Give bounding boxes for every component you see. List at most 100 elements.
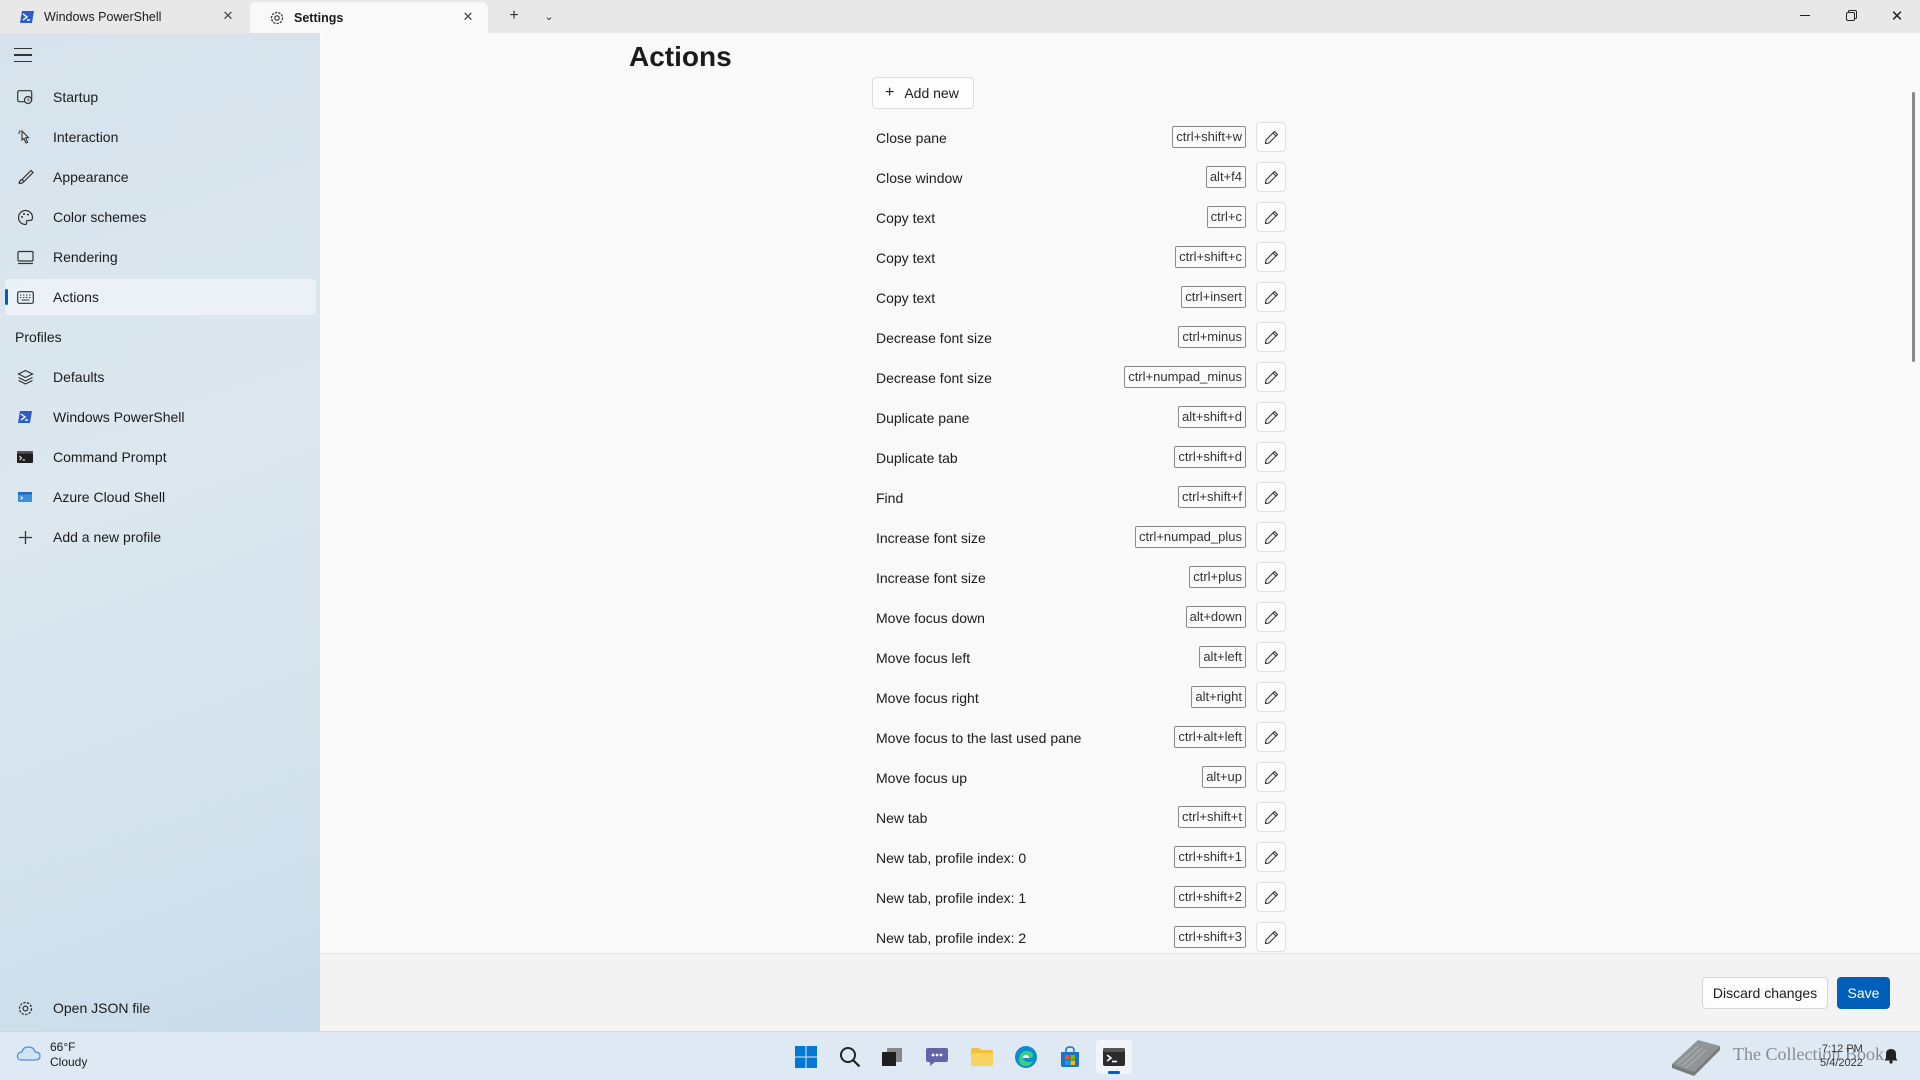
chat-button[interactable]	[919, 1040, 955, 1074]
store-button[interactable]	[1052, 1040, 1088, 1074]
sidebar-item-windows-powershell[interactable]: Windows PowerShell	[5, 399, 316, 435]
weather-desc: Cloudy	[50, 1055, 88, 1069]
open-json-label: Open JSON file	[53, 1000, 151, 1016]
store-icon	[1061, 1046, 1079, 1067]
save-button[interactable]: Save	[1837, 977, 1890, 1009]
add-new-button[interactable]: + Add new	[872, 77, 974, 109]
brush-icon	[15, 167, 35, 187]
sidebar-item-add-new-profile[interactable]: Add a new profile	[5, 519, 316, 555]
startup-icon	[15, 87, 35, 107]
tab-settings[interactable]: Settings ✕	[250, 2, 488, 33]
sidebar-item-command-prompt[interactable]: Command Prompt	[5, 439, 316, 475]
sidebar-item-label: Add a new profile	[53, 529, 162, 545]
close-icon[interactable]: ✕	[218, 6, 238, 26]
edit-action-button[interactable]	[1256, 322, 1286, 352]
edit-action-button[interactable]	[1256, 242, 1286, 272]
selection-indicator	[5, 289, 8, 305]
action-row: Duplicate tab ctrl+shift+d	[876, 441, 1286, 475]
minimize-button[interactable]	[1782, 0, 1828, 31]
edit-action-button[interactable]	[1256, 282, 1286, 312]
key-chord: ctrl+shift+c	[1175, 246, 1246, 268]
notification-icon[interactable]	[1884, 1048, 1898, 1069]
edit-action-button[interactable]	[1256, 562, 1286, 592]
action-row: Move focus right alt+right	[876, 681, 1286, 715]
hamburger-menu-icon[interactable]	[14, 48, 32, 62]
close-icon[interactable]: ✕	[458, 7, 478, 27]
edit-action-button[interactable]	[1256, 602, 1286, 632]
discard-changes-button[interactable]: Discard changes	[1702, 977, 1828, 1009]
sidebar-item-label: Defaults	[53, 369, 105, 385]
add-new-label: Add new	[904, 85, 959, 101]
pencil-icon	[1264, 770, 1278, 784]
chevron-down-icon: ⌄	[544, 10, 554, 23]
action-name: Move focus right	[876, 690, 979, 706]
pencil-icon	[1264, 730, 1278, 744]
pencil-icon	[1264, 530, 1278, 544]
terminal-button[interactable]	[1096, 1040, 1132, 1074]
key-chord: ctrl+alt+left	[1174, 726, 1246, 748]
profiles-section-header: Profiles	[15, 329, 62, 345]
edit-action-button[interactable]	[1256, 162, 1286, 192]
edit-action-button[interactable]	[1256, 722, 1286, 752]
edit-action-button[interactable]	[1256, 482, 1286, 512]
key-chord: alt+up	[1202, 766, 1246, 788]
edit-action-button[interactable]	[1256, 362, 1286, 392]
edit-action-button[interactable]	[1256, 642, 1286, 672]
task-view-icon	[882, 1048, 902, 1066]
sidebar-item-defaults[interactable]: Defaults	[5, 359, 316, 395]
sidebar-item-appearance[interactable]: Appearance	[5, 159, 316, 195]
edit-action-button[interactable]	[1256, 442, 1286, 472]
edit-action-button[interactable]	[1256, 882, 1286, 912]
weather-widget[interactable]: 66°F Cloudy	[16, 1040, 87, 1070]
plus-icon	[15, 527, 35, 547]
action-row: Move focus left alt+left	[876, 641, 1286, 675]
pencil-icon	[1264, 170, 1278, 184]
sidebar-item-actions[interactable]: Actions	[5, 279, 316, 315]
edit-action-button[interactable]	[1256, 522, 1286, 552]
plus-icon: +	[509, 7, 519, 24]
chat-icon	[926, 1048, 948, 1066]
key-chord: alt+shift+d	[1178, 406, 1246, 428]
pencil-icon	[1264, 690, 1278, 704]
key-chord: ctrl+shift+f	[1178, 486, 1246, 508]
scrollbar[interactable]	[1912, 92, 1915, 362]
sidebar-item-startup[interactable]: Startup	[5, 79, 316, 115]
action-row: New tab, profile index: 0 ctrl+shift+1	[876, 841, 1286, 875]
action-row: Find ctrl+shift+f	[876, 481, 1286, 515]
azure-icon	[15, 487, 35, 507]
palette-icon	[15, 207, 35, 227]
action-row: Copy text ctrl+insert	[876, 281, 1286, 315]
search-button[interactable]	[832, 1040, 868, 1074]
sidebar-item-color-schemes[interactable]: Color schemes	[5, 199, 316, 235]
task-view-button[interactable]	[874, 1040, 910, 1074]
edit-action-button[interactable]	[1256, 402, 1286, 432]
edit-action-button[interactable]	[1256, 762, 1286, 792]
key-chord: ctrl+shift+3	[1174, 926, 1246, 948]
tab-dropdown-button[interactable]: ⌄	[535, 4, 563, 28]
restore-button[interactable]	[1828, 0, 1874, 31]
new-tab-button[interactable]: +	[500, 4, 528, 28]
sidebar-item-rendering[interactable]: Rendering	[5, 239, 316, 275]
action-name: Increase font size	[876, 570, 986, 586]
edit-action-button[interactable]	[1256, 842, 1286, 872]
pencil-icon	[1264, 210, 1278, 224]
tab-windows-powershell[interactable]: Windows PowerShell ✕	[0, 0, 248, 33]
edit-action-button[interactable]	[1256, 802, 1286, 832]
sidebar-item-label: Appearance	[53, 169, 129, 185]
key-chord: alt+left	[1199, 646, 1246, 668]
close-window-button[interactable]: ✕	[1874, 0, 1920, 31]
edge-button[interactable]	[1008, 1040, 1044, 1074]
open-json-file-button[interactable]: Open JSON file	[5, 990, 316, 1026]
edit-action-button[interactable]	[1256, 682, 1286, 712]
file-explorer-button[interactable]	[964, 1040, 1000, 1074]
sidebar-item-azure-cloud-shell[interactable]: Azure Cloud Shell	[5, 479, 316, 515]
edit-action-button[interactable]	[1256, 122, 1286, 152]
minimize-icon	[1800, 15, 1810, 16]
sidebar-item-interaction[interactable]: Interaction	[5, 119, 316, 155]
edit-action-button[interactable]	[1256, 202, 1286, 232]
key-chord: ctrl+shift+2	[1174, 886, 1246, 908]
system-clock[interactable]: 7:12 PM 5/4/2022	[1820, 1042, 1863, 1070]
edit-action-button[interactable]	[1256, 922, 1286, 952]
key-chord: ctrl+minus	[1178, 326, 1246, 348]
start-button[interactable]	[788, 1040, 824, 1074]
